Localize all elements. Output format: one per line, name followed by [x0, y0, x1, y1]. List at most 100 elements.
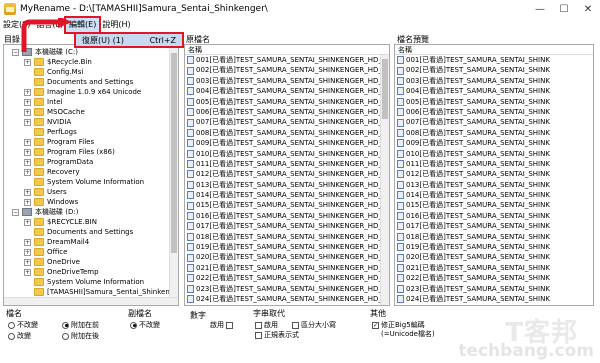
tree-scroll-thumb[interactable] — [171, 53, 177, 253]
fn-suffix-radio[interactable]: 附加在後 — [62, 331, 99, 341]
preview-list-row[interactable]: 021[已看過]TEST_SAMURA_SENTAI_SHINK — [395, 263, 593, 273]
tree-expander-icon[interactable]: + — [24, 58, 31, 66]
original-list-row[interactable]: 024[已看過]TEST_SAMURA_SENTAI_SHINKENGER_HD… — [185, 294, 389, 304]
original-list-row[interactable]: 022[已看過]TEST_SAMURA_SENTAI_SHINKENGER_HD… — [185, 273, 389, 283]
preview-list-row[interactable]: 024[已看過]TEST_SAMURA_SENTAI_SHINK — [395, 294, 593, 304]
tree-item[interactable]: + Program Files (x86) — [24, 147, 115, 157]
tree-item[interactable]: + $Recycle.Bin — [24, 57, 92, 67]
rep-case-checkbox[interactable]: 區分大小寫 — [292, 320, 336, 330]
tree-expander-icon[interactable]: + — [24, 218, 31, 226]
original-list-row[interactable]: 010[已看過]TEST_SAMURA_SENTAI_SHINKENGER_HD… — [185, 149, 389, 159]
tree-expander-icon[interactable]: + — [24, 268, 31, 276]
preview-list-row[interactable]: 016[已看過]TEST_SAMURA_SENTAI_SHINK — [395, 211, 593, 221]
preview-list-row[interactable]: 015[已看過]TEST_SAMURA_SENTAI_SHINK — [395, 200, 593, 210]
tree-item[interactable]: + Imagine 1.0.9 x64 Unicode — [24, 87, 141, 97]
preview-list-row[interactable]: 008[已看過]TEST_SAMURA_SENTAI_SHINK — [395, 128, 593, 138]
undo-menu-item[interactable]: 復原(U) (1) — [82, 35, 124, 46]
original-list-row[interactable]: 005[已看過]TEST_SAMURA_SENTAI_SHINKENGER_HD… — [185, 97, 389, 107]
tree-item[interactable]: System Volume Information — [24, 277, 144, 287]
original-list-row[interactable]: 019[已看過]TEST_SAMURA_SENTAI_SHINKENGER_HD… — [185, 242, 389, 252]
original-list-row[interactable]: 011[已看過]TEST_SAMURA_SENTAI_SHINKENGER_HD… — [185, 159, 389, 169]
original-list-row[interactable]: 016[已看過]TEST_SAMURA_SENTAI_SHINKENGER_HD… — [185, 211, 389, 221]
original-list-row[interactable]: 001[已看過]TEST_SAMURA_SENTAI_SHINKENGER_HD… — [185, 55, 389, 65]
rep-regex-checkbox[interactable]: 正規表示式 — [255, 330, 299, 340]
tree-vertical-scrollbar[interactable] — [169, 45, 178, 305]
preview-list-row[interactable]: 010[已看過]TEST_SAMURA_SENTAI_SHINK — [395, 149, 593, 159]
original-list-row[interactable]: 020[已看過]TEST_SAMURA_SENTAI_SHINKENGER_HD… — [185, 252, 389, 262]
preview-list-row[interactable]: 006[已看過]TEST_SAMURA_SENTAI_SHINK — [395, 107, 593, 117]
tree-item[interactable]: + Intel — [24, 97, 63, 107]
preview-list-row[interactable]: 002[已看過]TEST_SAMURA_SENTAI_SHINK — [395, 65, 593, 75]
preview-list-row[interactable]: 019[已看過]TEST_SAMURA_SENTAI_SHINK — [395, 242, 593, 252]
tree-item[interactable]: + Users — [24, 187, 67, 197]
tree-item[interactable]: + DreamMail4 — [24, 237, 89, 247]
tree-item[interactable]: PerfLogs — [24, 127, 77, 137]
original-list-row[interactable]: 013[已看過]TEST_SAMURA_SENTAI_SHINKENGER_HD… — [185, 180, 389, 190]
tree-item[interactable]: Config.Msi — [24, 67, 83, 77]
fn-prefix-radio[interactable]: 附加在前 — [62, 320, 99, 330]
original-list-row[interactable]: 023[已看過]TEST_SAMURA_SENTAI_SHINKENGER_HD… — [185, 284, 389, 294]
directory-tree[interactable]: +新建資料夾[TAMASHII]Samura_Sentai_Shinkenger… — [3, 44, 179, 306]
original-list-row[interactable]: 009[已看過]TEST_SAMURA_SENTAI_SHINKENGER_HD… — [185, 138, 389, 148]
tree-item[interactable]: + ProgramData — [24, 157, 93, 167]
tree-item[interactable]: [TAMASHII]Samura_Sentai_Shinkenger — [24, 287, 178, 297]
tree-item[interactable]: Documents and Settings — [24, 227, 133, 237]
preview-list-row[interactable]: 018[已看過]TEST_SAMURA_SENTAI_SHINK — [395, 232, 593, 242]
original-list-scrollbar[interactable] — [380, 55, 389, 305]
tree-item[interactable]: + Windows — [24, 197, 78, 207]
original-list-row[interactable]: 014[已看過]TEST_SAMURA_SENTAI_SHINKENGER_HD… — [185, 190, 389, 200]
preview-file-list[interactable]: 名稱 001[已看過]TEST_SAMURA_SENTAI_SHINK 002[已… — [394, 44, 594, 306]
original-list-row[interactable]: 015[已看過]TEST_SAMURA_SENTAI_SHINKENGER_HD… — [185, 200, 389, 210]
original-list-row[interactable]: 008[已看過]TEST_SAMURA_SENTAI_SHINKENGER_HD… — [185, 128, 389, 138]
fn-no-change-radio[interactable]: 不改變 — [8, 320, 38, 330]
tree-item[interactable]: Documents and Settings — [24, 77, 133, 87]
tree-expander-icon[interactable]: + — [24, 238, 31, 246]
tree-item[interactable]: System Volume Information — [24, 177, 144, 187]
preview-list-row[interactable]: 020[已看過]TEST_SAMURA_SENTAI_SHINK — [395, 252, 593, 262]
original-list-row[interactable]: 006[已看過]TEST_SAMURA_SENTAI_SHINKENGER_HD… — [185, 107, 389, 117]
tree-expander-icon[interactable]: + — [24, 88, 31, 96]
preview-list-row[interactable]: 011[已看過]TEST_SAMURA_SENTAI_SHINK — [395, 159, 593, 169]
tree-item[interactable]: + MSOCache — [24, 107, 85, 117]
menu-help[interactable]: 說明(H) — [99, 18, 133, 32]
tree-expander-icon[interactable]: + — [24, 258, 31, 266]
original-list-row[interactable]: 018[已看過]TEST_SAMURA_SENTAI_SHINKENGER_HD… — [185, 232, 389, 242]
tree-expander-icon[interactable]: + — [24, 188, 31, 196]
tree-expander-icon[interactable]: + — [24, 198, 31, 206]
preview-list-row[interactable]: 017[已看過]TEST_SAMURA_SENTAI_SHINK — [395, 221, 593, 231]
original-list-row[interactable]: 017[已看過]TEST_SAMURA_SENTAI_SHINKENGER_HD… — [185, 221, 389, 231]
tree-expander-icon[interactable]: + — [24, 158, 31, 166]
tree-item[interactable]: + $RECYCLE.BIN — [24, 217, 97, 227]
preview-list-row[interactable]: 013[已看過]TEST_SAMURA_SENTAI_SHINK — [395, 180, 593, 190]
ext-no-change-radio[interactable]: 不改變 — [130, 320, 160, 330]
preview-list-row[interactable]: 009[已看過]TEST_SAMURA_SENTAI_SHINK — [395, 138, 593, 148]
tree-item[interactable]: + NVIDIA — [24, 117, 71, 127]
original-list-row[interactable]: 012[已看過]TEST_SAMURA_SENTAI_SHINKENGER_HD… — [185, 169, 389, 179]
original-list-row[interactable]: 003[已看過]TEST_SAMURA_SENTAI_SHINKENGER_HD… — [185, 76, 389, 86]
original-file-list[interactable]: 名稱 001[已看過]TEST_SAMURA_SENTAI_SHINKENGER… — [184, 44, 390, 306]
original-list-row[interactable]: 007[已看過]TEST_SAMURA_SENTAI_SHINKENGER_HD… — [185, 117, 389, 127]
preview-list-row[interactable]: 022[已看過]TEST_SAMURA_SENTAI_SHINK — [395, 273, 593, 283]
original-list-row[interactable]: 002[已看過]TEST_SAMURA_SENTAI_SHINKENGER_HD… — [185, 65, 389, 75]
preview-list-row[interactable]: 007[已看過]TEST_SAMURA_SENTAI_SHINK — [395, 117, 593, 127]
tree-item[interactable]: + OneDrive — [24, 257, 80, 267]
tree-expander-icon[interactable]: + — [24, 118, 31, 126]
original-list-row[interactable]: 021[已看過]TEST_SAMURA_SENTAI_SHINKENGER_HD… — [185, 263, 389, 273]
original-scroll-thumb[interactable] — [382, 59, 388, 119]
tree-item[interactable]: + OneDriveTemp — [24, 267, 99, 277]
tree-expander-icon[interactable]: + — [24, 138, 31, 146]
preview-list-row[interactable]: 001[已看過]TEST_SAMURA_SENTAI_SHINK — [395, 55, 593, 65]
preview-list-row[interactable]: 023[已看過]TEST_SAMURA_SENTAI_SHINK — [395, 284, 593, 294]
close-button[interactable]: ✕ — [576, 0, 600, 18]
preview-list-row[interactable]: 005[已看過]TEST_SAMURA_SENTAI_SHINK — [395, 97, 593, 107]
preview-list-row[interactable]: 004[已看過]TEST_SAMURA_SENTAI_SHINK — [395, 86, 593, 96]
preview-list-header[interactable]: 名稱 — [395, 45, 593, 55]
original-list-row[interactable]: 004[已看過]TEST_SAMURA_SENTAI_SHINKENGER_HD… — [185, 86, 389, 96]
preview-list-row[interactable]: 003[已看過]TEST_SAMURA_SENTAI_SHINK — [395, 76, 593, 86]
tree-item[interactable]: + Recovery — [24, 167, 79, 177]
rep-enable-checkbox[interactable]: 啟用 — [255, 320, 278, 330]
tree-horizontal-scrollbar[interactable] — [4, 297, 178, 305]
tree-expander-icon[interactable]: + — [24, 248, 31, 256]
minimize-button[interactable]: — — [528, 0, 552, 18]
tree-item[interactable]: + Program Files — [24, 137, 94, 147]
